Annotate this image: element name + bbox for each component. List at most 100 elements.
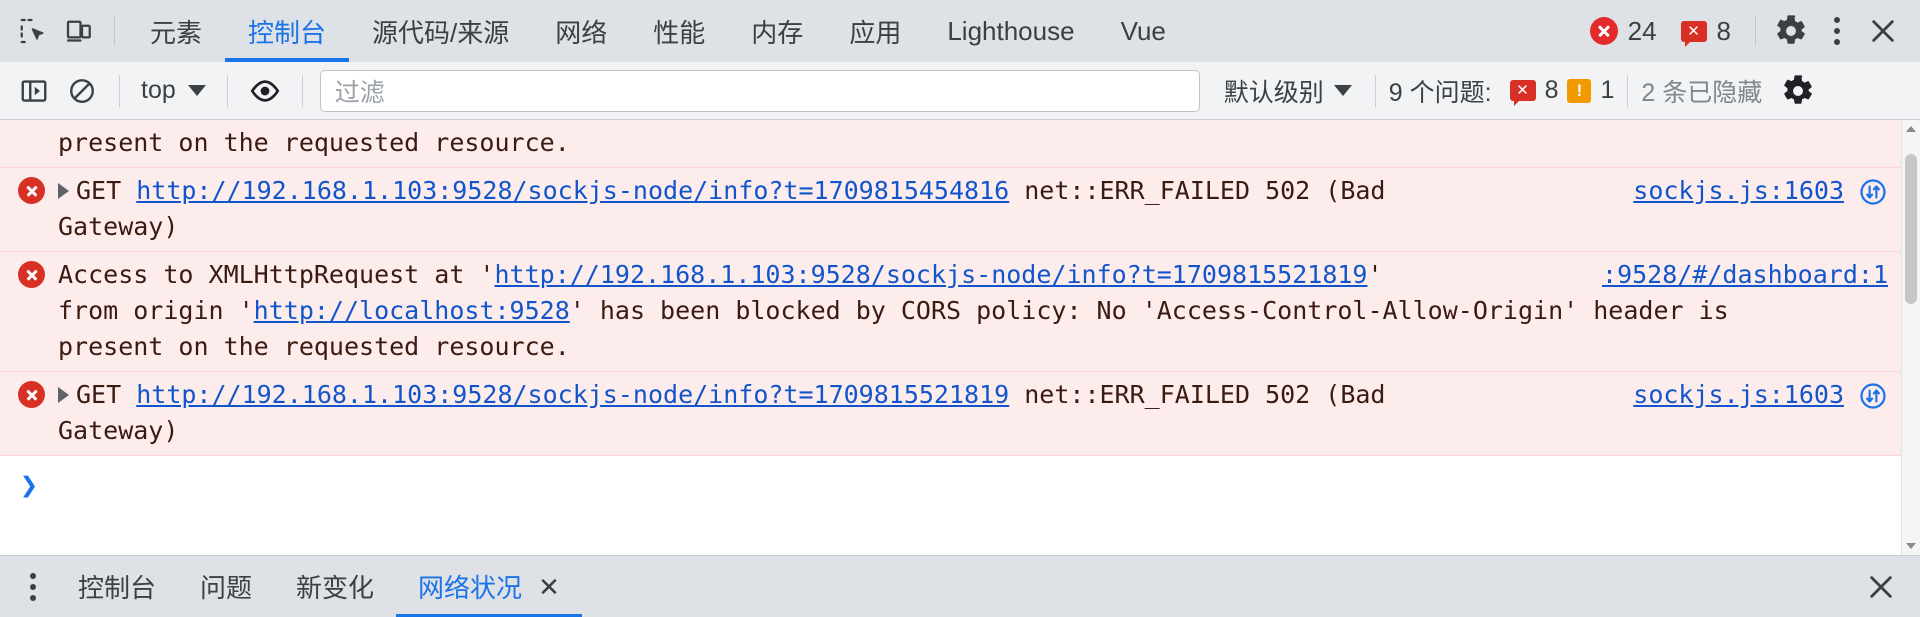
- console-text: ': [1367, 260, 1383, 289]
- panel-tab-performance[interactable]: 性能: [630, 0, 728, 62]
- panel-tab-lighthouse[interactable]: Lighthouse: [924, 0, 1097, 62]
- chevron-down-icon: [1333, 85, 1352, 96]
- expand-triangle-icon[interactable]: [58, 183, 69, 199]
- panel-tabbar-right: 24 ✕ 8: [1578, 8, 1906, 54]
- console-text: net::ERR_FAILED 502 (Bad: [1009, 380, 1386, 409]
- console-source-link[interactable]: sockjs.js:1603: [1633, 172, 1844, 209]
- panel-tab-sources[interactable]: 源代码/来源: [349, 0, 532, 62]
- scroll-down-arrow-icon[interactable]: [1902, 537, 1920, 555]
- console-message-row: present on the requested resource.: [0, 124, 1902, 161]
- panel-tab-label: 网络: [555, 17, 608, 48]
- console-text: ' has been blocked by CORS policy: No 'A…: [569, 296, 1729, 325]
- console-text: from origin ': [58, 296, 254, 325]
- inspect-element-icon[interactable]: [10, 8, 56, 54]
- drawer-tab-console[interactable]: 控制台: [56, 556, 178, 617]
- console-sidebar-toggle-icon[interactable]: [10, 67, 58, 115]
- panel-tab-application[interactable]: 应用: [826, 0, 924, 62]
- console-message-row: Access to XMLHttpRequest at 'http://192.…: [0, 256, 1902, 293]
- issue-warning-count: 1: [1600, 76, 1615, 104]
- eye-glyph: [250, 79, 280, 102]
- gear-glyph: [1777, 15, 1805, 44]
- toolbar-divider: [301, 74, 303, 107]
- prompt-caret-icon: ❯: [20, 468, 39, 503]
- inspect-element-glyph: [20, 18, 44, 44]
- toolbar-divider: [226, 74, 228, 107]
- drawer-tab-issues[interactable]: 问题: [178, 556, 274, 617]
- console-message-wrapped-line: Gateway): [0, 209, 1902, 245]
- console-link[interactable]: http://192.168.1.103:9528/sockjs-node/in…: [495, 260, 1368, 289]
- panel-tab-label: 控制台: [248, 17, 327, 48]
- issues-label[interactable]: 9 个问题:: [1389, 73, 1492, 109]
- console-message-text: present on the requested resource.: [58, 124, 1888, 161]
- no-entry-glyph: [70, 78, 94, 103]
- close-devtools-icon[interactable]: [1860, 8, 1906, 54]
- console-message-icon-slot: [18, 172, 58, 204]
- console-link[interactable]: http://192.168.1.103:9528/sockjs-node/in…: [136, 176, 1009, 205]
- panel-tab-label: Lighthouse: [947, 15, 1075, 46]
- console-source-link[interactable]: :9528/#/dashboard:1: [1602, 256, 1888, 293]
- panel-tab-label: 性能: [653, 17, 706, 48]
- console-message-list: present on the requested resource. GET ht…: [0, 120, 1902, 555]
- chevron-down-icon: [187, 85, 206, 96]
- drawer-tab-whats-new[interactable]: 新变化: [274, 556, 396, 617]
- log-level-value: 默认级别: [1223, 78, 1324, 107]
- drawer-tab-network-conditions[interactable]: 网络状况 ✕: [396, 556, 582, 617]
- more-options-icon[interactable]: [1814, 8, 1860, 54]
- console-message-error[interactable]: Access to XMLHttpRequest at 'http://192.…: [0, 252, 1902, 372]
- panel-tab-vue[interactable]: Vue: [1098, 0, 1189, 62]
- console-text: net::ERR_FAILED 502 (Bad: [1009, 176, 1386, 205]
- toolbar-divider: [114, 16, 115, 46]
- console-scrollbar[interactable]: [1901, 120, 1920, 555]
- expand-triangle-icon[interactable]: [58, 387, 69, 403]
- panel-tab-console[interactable]: 控制台: [225, 0, 350, 62]
- clear-console-icon[interactable]: [58, 67, 106, 115]
- panel-tab-memory[interactable]: 内存: [728, 0, 826, 62]
- issue-counts[interactable]: ✕ 8 ! 1: [1509, 76, 1615, 106]
- drawer-tabbar: 控制台 问题 新变化 网络状况 ✕: [0, 555, 1920, 617]
- gear-glyph: [1784, 74, 1813, 104]
- panel-tab-label: 应用: [849, 17, 902, 48]
- console-text: Gateway): [58, 212, 179, 241]
- scroll-up-arrow-icon[interactable]: [1902, 120, 1920, 138]
- console-message-text: GET http://192.168.1.103:9528/sockjs-nod…: [76, 376, 1607, 413]
- scrollbar-thumb[interactable]: [1905, 154, 1917, 304]
- panel-tab-label: Vue: [1120, 15, 1166, 46]
- devtools-window: 元素 控制台 源代码/来源 网络 性能 内存 应用 Lighthouse Vue…: [0, 0, 1920, 617]
- console-message-error-continuation[interactable]: present on the requested resource.: [0, 120, 1902, 168]
- device-toolbar-icon[interactable]: [56, 8, 102, 54]
- gear-icon[interactable]: [1768, 8, 1814, 54]
- panel-tab-elements[interactable]: 元素: [127, 0, 225, 62]
- network-request-icon[interactable]: [1858, 381, 1888, 411]
- drawer-tabbar-right: [1858, 564, 1904, 610]
- close-glyph: [1870, 575, 1892, 598]
- error-circle-icon: [18, 381, 45, 408]
- drawer-tab-label: 新变化: [296, 573, 375, 603]
- execution-context-select[interactable]: top: [133, 76, 214, 105]
- console-link[interactable]: http://192.168.1.103:9528/sockjs-node/in…: [136, 380, 1009, 409]
- hidden-messages-label: 2 条已隐藏: [1641, 78, 1763, 107]
- drawer-tab-label: 控制台: [78, 573, 157, 603]
- filter-placeholder: 过滤: [334, 78, 385, 107]
- console-message-error[interactable]: GET http://192.168.1.103:9528/sockjs-nod…: [0, 168, 1902, 252]
- issue-count-group[interactable]: ✕ 8: [1669, 16, 1743, 47]
- console-text: Access to XMLHttpRequest at ': [58, 260, 495, 289]
- console-link[interactable]: http://localhost:9528: [254, 296, 570, 325]
- log-level-select[interactable]: 默认级别: [1214, 73, 1362, 109]
- kebab-glyph: [1834, 17, 1840, 45]
- console-prompt[interactable]: ❯: [0, 456, 1902, 502]
- drawer-tab-close-icon[interactable]: ✕: [538, 574, 560, 600]
- close-glyph: [1872, 20, 1894, 42]
- console-source-link[interactable]: sockjs.js:1603: [1633, 376, 1844, 413]
- network-request-icon[interactable]: [1858, 177, 1888, 207]
- filter-input[interactable]: 过滤: [319, 69, 1200, 112]
- console-text: GET: [76, 176, 137, 205]
- drawer-more-tools-icon[interactable]: [10, 564, 56, 610]
- live-expression-icon[interactable]: [241, 67, 289, 115]
- toolbar-divider: [1627, 74, 1629, 107]
- error-count-group[interactable]: 24: [1578, 16, 1669, 47]
- issue-warning-badge-icon: !: [1567, 78, 1592, 103]
- panel-tab-network[interactable]: 网络: [532, 0, 630, 62]
- console-message-error[interactable]: GET http://192.168.1.103:9528/sockjs-nod…: [0, 372, 1902, 456]
- console-settings-icon[interactable]: [1774, 67, 1822, 115]
- close-drawer-icon[interactable]: [1858, 564, 1904, 610]
